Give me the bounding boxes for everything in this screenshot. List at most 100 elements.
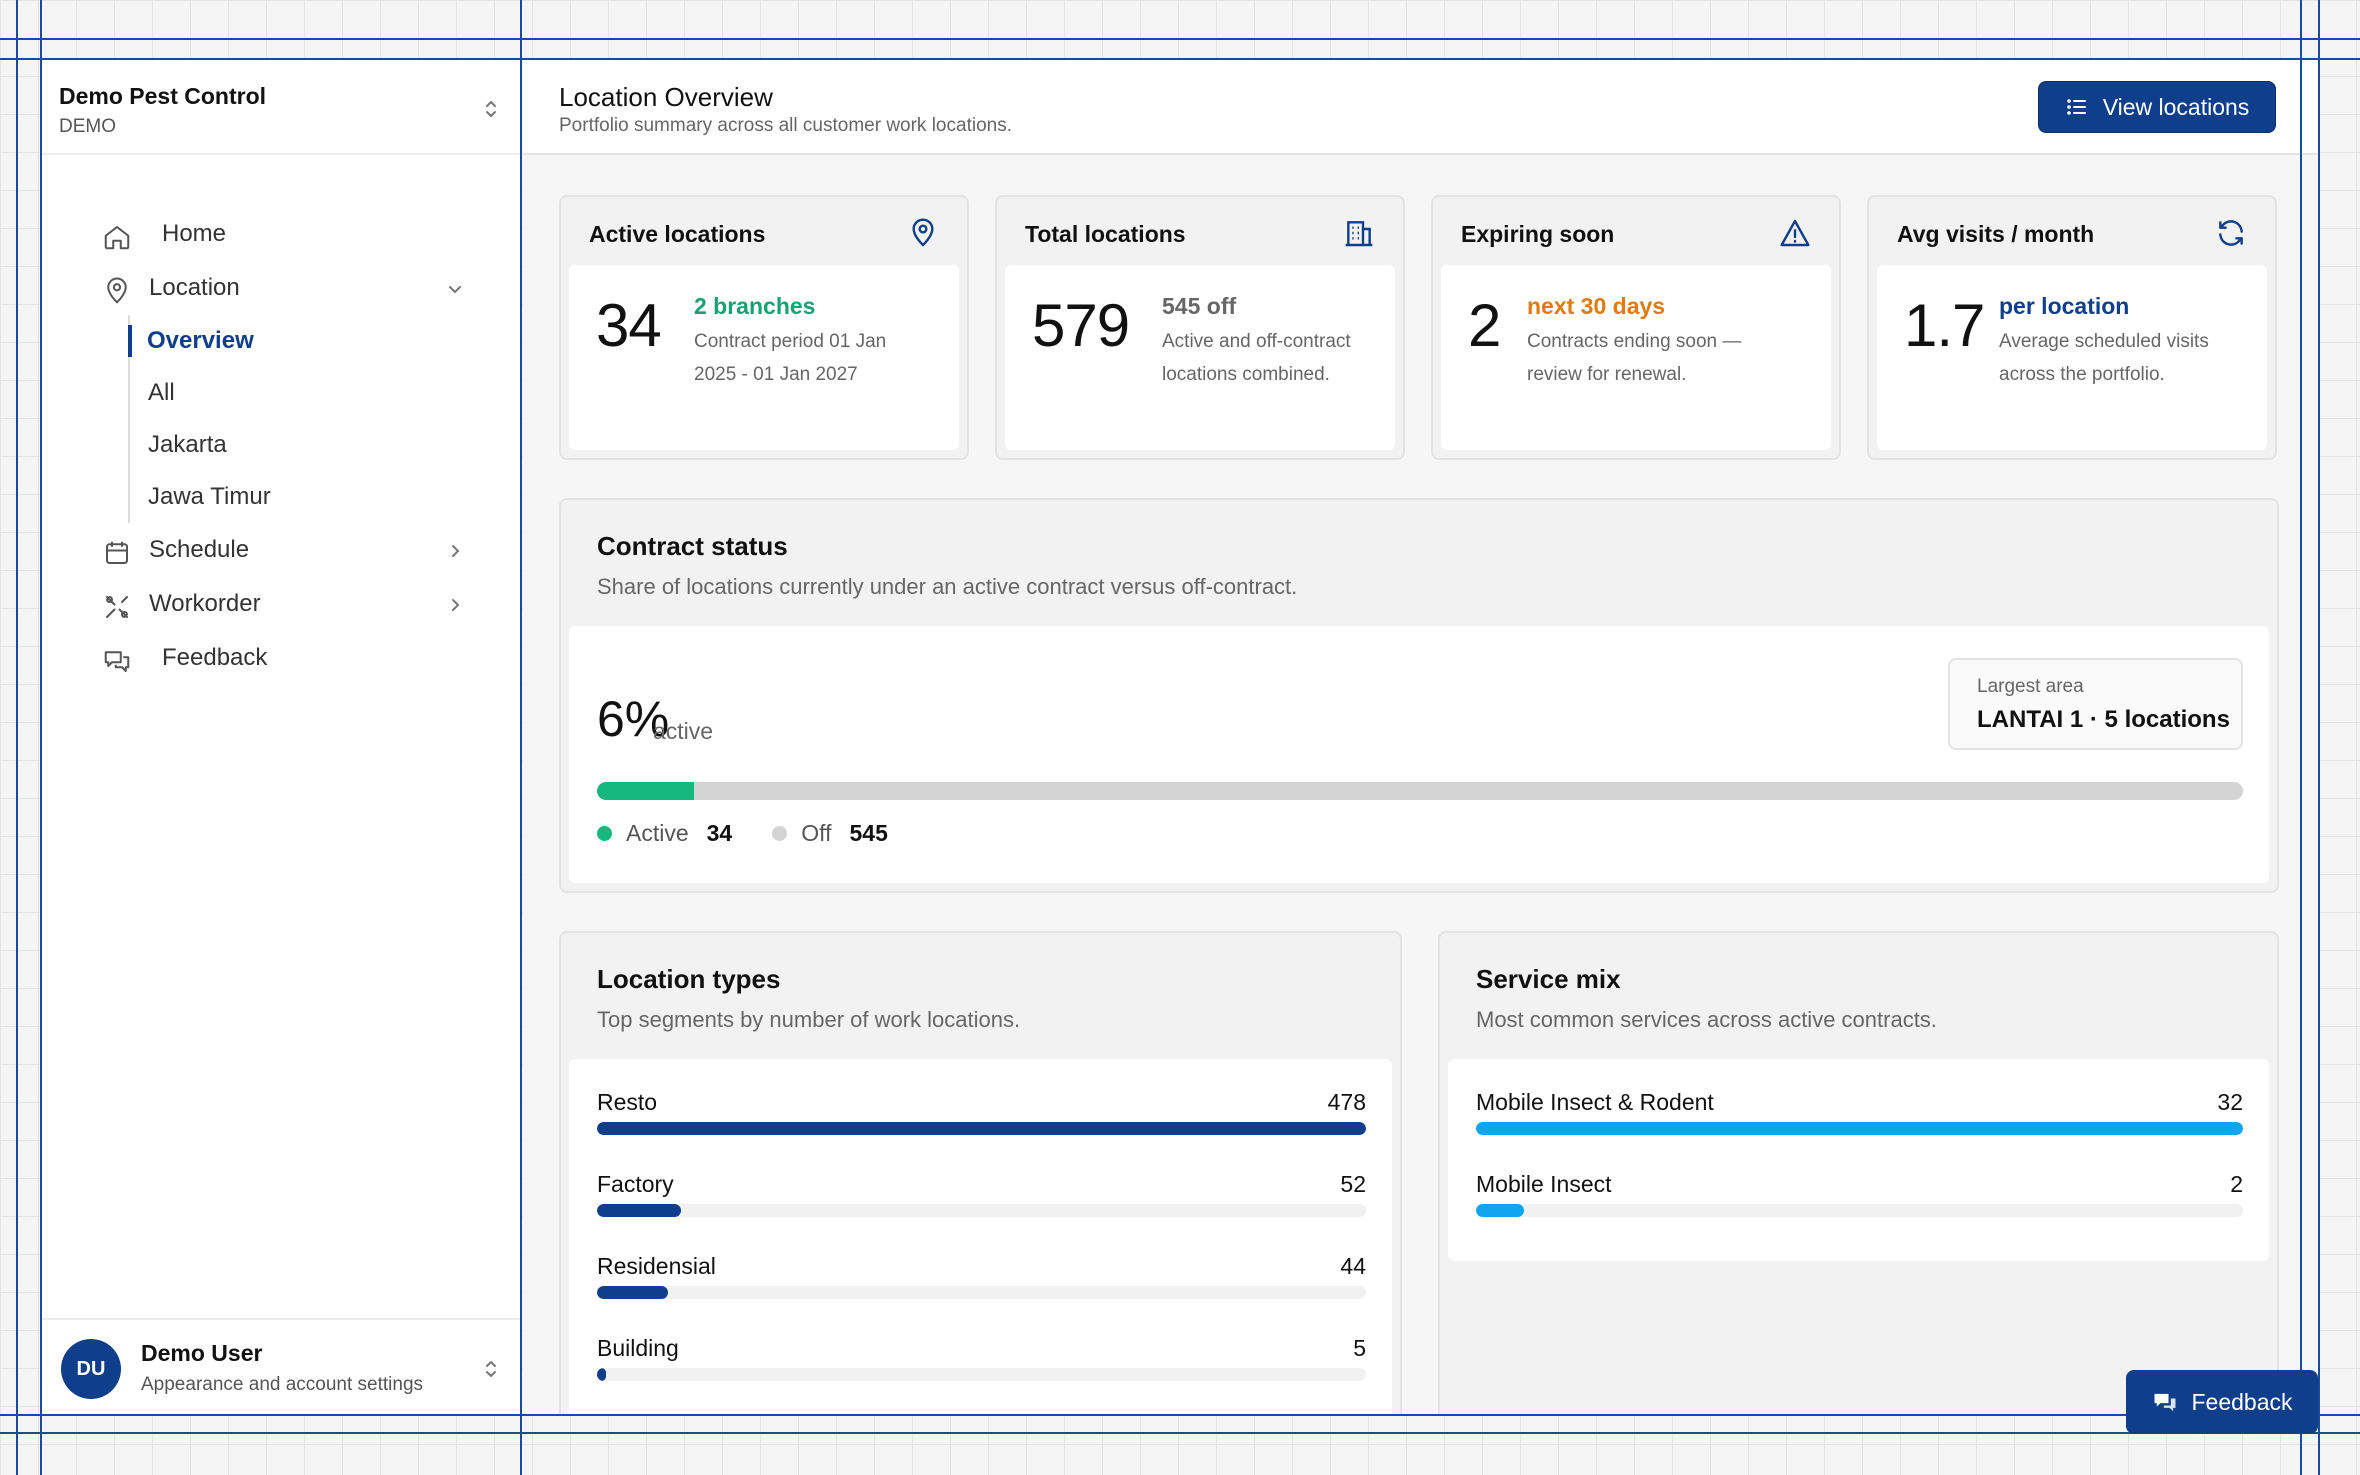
stat-description: Average scheduled visits across the port…: [1999, 331, 2209, 385]
map-pin-icon: [912, 218, 934, 247]
bar-label: Factory: [597, 1171, 674, 1197]
service-mix-panel: Service mix Most common services across …: [1438, 931, 2279, 1414]
panel-title: Contract status: [597, 531, 788, 561]
sidebar-item-feedback[interactable]: Feedback: [42, 631, 521, 685]
stat-title: Expiring soon: [1461, 221, 1615, 247]
bar-track: [597, 1368, 1366, 1381]
bar-row: Mobile Insect 2: [1476, 1171, 2243, 1231]
largest-area-label: Largest area: [1977, 676, 2084, 697]
off-dot: [772, 826, 788, 841]
stat-title: Avg visits / month: [1897, 221, 2095, 247]
sidebar-item-location[interactable]: Location: [42, 261, 521, 315]
service-mix-list: Mobile Insect & Rodent 32 Mobile Insect 2: [1448, 1059, 2269, 1261]
stat-card-expiring-soon: Expiring soon 2 next 30 days Contracts e…: [1431, 195, 1841, 460]
largest-area-value: LANTAI 1 · 5 locations: [1977, 706, 2230, 733]
active-percent-label: active: [653, 718, 714, 744]
bar-track: [597, 1204, 1366, 1217]
sidebar-nav: Home Location Overview All Jakarta Jawa …: [42, 155, 521, 685]
bar-track: [597, 1122, 1366, 1135]
user-settings-hint: Appearance and account settings: [141, 1374, 424, 1395]
sidebar-item-home[interactable]: Home: [42, 207, 521, 261]
sidebar-item-label: Workorder: [149, 590, 261, 617]
bar-track: [597, 1286, 1366, 1299]
org-switcher[interactable]: Demo Pest Control DEMO: [42, 60, 521, 155]
org-code: DEMO: [59, 116, 116, 137]
bar-fill: [597, 1204, 681, 1217]
feedback-fab-button[interactable]: Feedback: [2126, 1370, 2318, 1434]
bar-fill: [597, 1368, 607, 1381]
bar-row: Resto 478: [597, 1089, 1366, 1149]
stat-description: Contract period 01 Jan 2025 - 01 Jan 202…: [694, 331, 887, 385]
panel-subtitle: Share of locations currently under an ac…: [597, 574, 1298, 599]
panel-subtitle: Top segments by number of work locations…: [597, 1007, 1021, 1032]
panel-subtitle: Most common services across active contr…: [1476, 1007, 1937, 1032]
sidebar-item-label: Location: [149, 274, 240, 301]
panel-title: Service mix: [1476, 964, 1621, 994]
sidebar-item-workorder[interactable]: Workorder: [42, 577, 521, 631]
sidebar-subitem-jakarta[interactable]: Jakarta: [130, 419, 521, 471]
location-submenu: Overview All Jakarta Jawa Timur: [128, 315, 521, 523]
bar-value: 2: [2230, 1171, 2243, 1197]
stat-highlight: per location: [1999, 293, 2130, 319]
user-menu[interactable]: DU Demo User Appearance and account sett…: [42, 1318, 521, 1414]
bar-row: Factory 52: [597, 1171, 1366, 1231]
stat-highlight: 545 off: [1162, 293, 1237, 319]
stat-card-total-locations: Total locations 579 545 off Active and o…: [995, 195, 1405, 460]
sidebar-item-label: Feedback: [162, 644, 268, 671]
panel-title: Location types: [597, 964, 781, 994]
active-dot: [597, 826, 612, 841]
bar-row: Building 5: [597, 1335, 1366, 1395]
bar-label: Building: [597, 1335, 679, 1361]
stat-value: 34: [596, 292, 662, 359]
map-pin-icon: [107, 277, 127, 304]
bar-fill: [1476, 1122, 2243, 1135]
contract-status-body: 6% active Largest area LANTAI 1 · 5 loca…: [569, 626, 2269, 883]
sidebar-subitem-overview[interactable]: Overview: [128, 315, 521, 367]
sidebar-item-label: Home: [162, 220, 227, 247]
view-locations-button[interactable]: View locations: [2038, 81, 2276, 133]
user-name: Demo User: [141, 1340, 263, 1366]
list-icon: [2066, 99, 2086, 115]
sidebar-item-schedule[interactable]: Schedule: [42, 523, 521, 577]
legend-off-value: 545: [849, 820, 888, 846]
legend-active-label: Active: [626, 820, 689, 846]
legend-off-label: Off: [801, 820, 832, 846]
stat-highlight: next 30 days: [1527, 293, 1666, 319]
stat-description: Active and off-contract locations combin…: [1162, 331, 1351, 385]
main-content: Location Overview Portfolio summary acro…: [523, 60, 2318, 1414]
tools-icon: [106, 596, 128, 618]
bar-label: Resto: [597, 1089, 658, 1115]
chat-icon: [104, 651, 130, 672]
stat-body: 34 2 branches Contract period 01 Jan 202…: [569, 265, 959, 450]
chevron-right-icon: [452, 545, 460, 557]
chevron-up-down-icon: [486, 101, 496, 117]
bar-value: 5: [1353, 1335, 1366, 1361]
location-types-panel: Location types Top segments by number of…: [559, 931, 1402, 1414]
stat-card-avg-visits: Avg visits / month 1.7 per location Aver…: [1867, 195, 2277, 460]
stat-value: 1.7: [1904, 292, 1985, 359]
location-types-list: Resto 478 Factory 52 Residensial 44 Building 5: [569, 1059, 1392, 1414]
stat-value: 2: [1468, 292, 1501, 359]
chat-icon: [2154, 1393, 2176, 1412]
bar-row: Mobile Insect & Rodent 32: [1476, 1089, 2243, 1149]
chevron-right-icon: [452, 599, 460, 611]
contract-progress-track: [597, 782, 2243, 800]
bar-label: Mobile Insect & Rodent: [1476, 1089, 1714, 1115]
bar-track: [1476, 1122, 2243, 1135]
sidebar-subitem-all[interactable]: All: [130, 367, 521, 419]
contract-status-panel: Contract status Share of locations curre…: [559, 498, 2279, 893]
stat-body: 579 545 off Active and off-contract loca…: [1005, 265, 1395, 450]
bar-fill: [1476, 1204, 1524, 1217]
calendar-icon: [106, 541, 128, 564]
bar-label: Mobile Insect: [1476, 1171, 1612, 1197]
bar-value: 478: [1327, 1089, 1366, 1115]
org-name: Demo Pest Control: [59, 83, 267, 109]
view-locations-label: View locations: [2102, 93, 2250, 120]
bar-fill: [597, 1122, 1366, 1135]
bar-track: [1476, 1204, 2243, 1217]
warning-icon: [1780, 219, 1810, 247]
sidebar-subitem-jawa-timur[interactable]: Jawa Timur: [130, 471, 521, 523]
home-icon: [104, 226, 130, 250]
refresh-icon: [2219, 220, 2243, 246]
page-header: Location Overview Portfolio summary acro…: [523, 60, 2318, 155]
